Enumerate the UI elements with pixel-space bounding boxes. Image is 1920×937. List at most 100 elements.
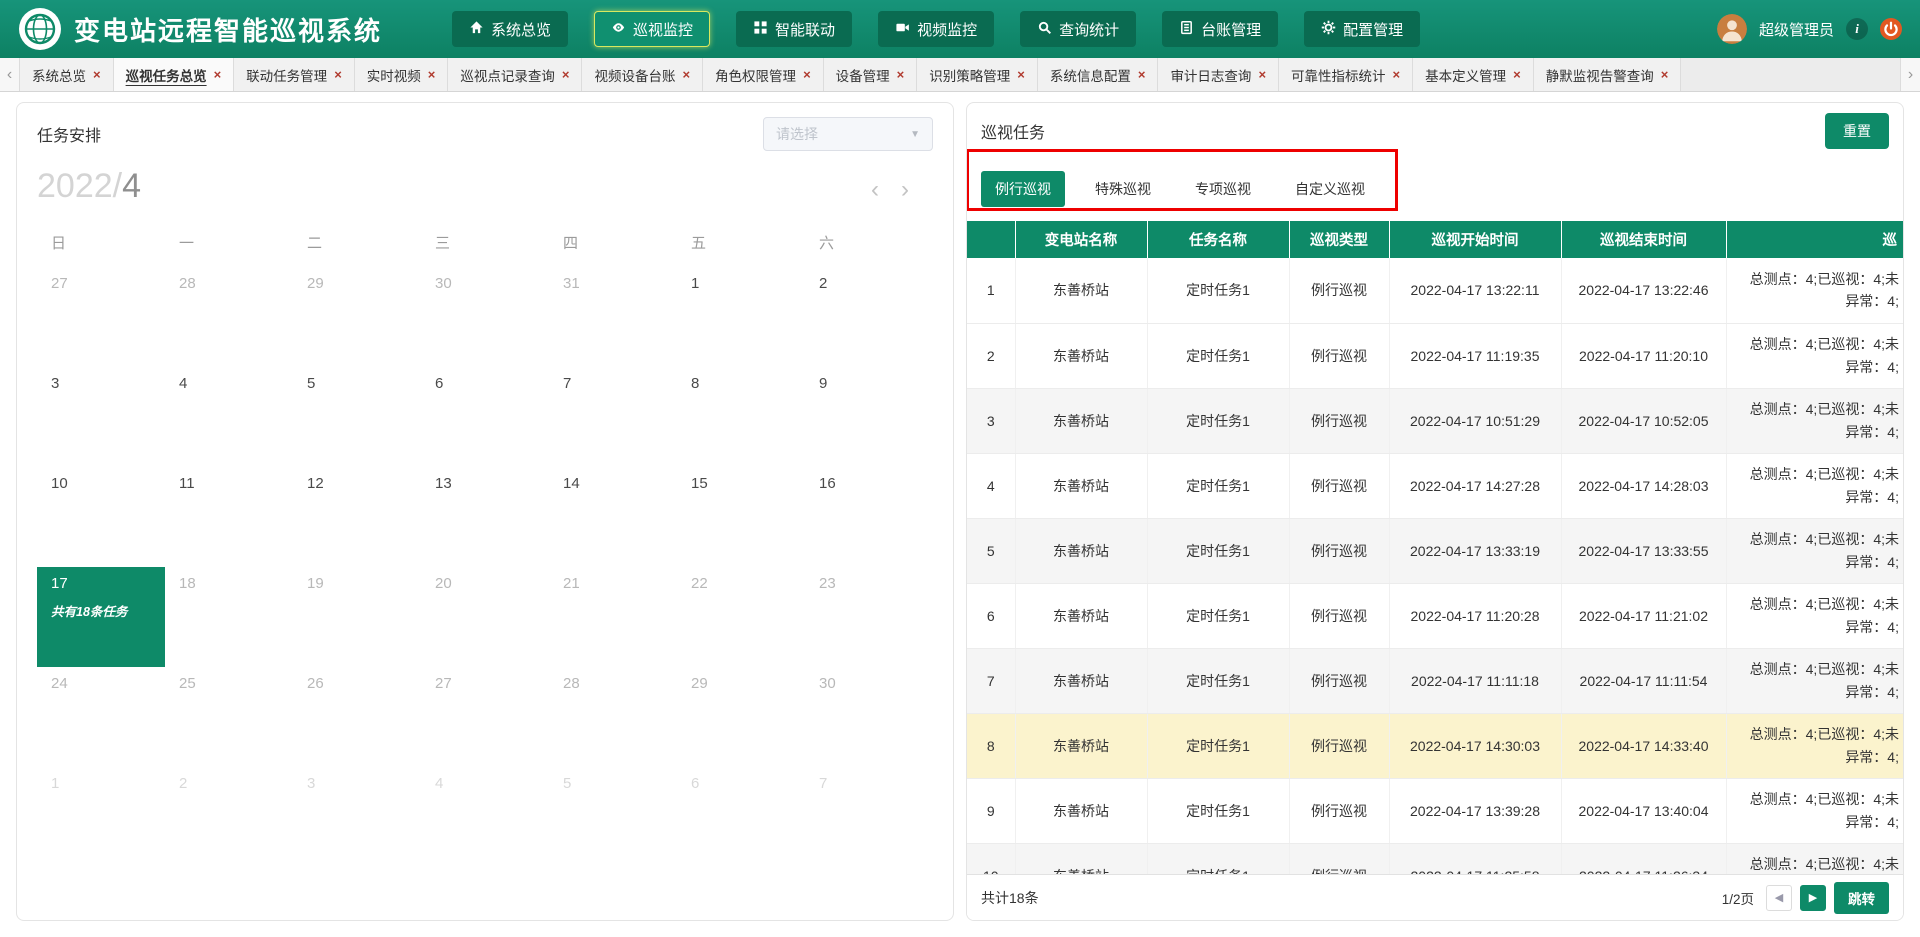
calendar-day[interactable]: 8 [677,367,805,467]
jump-button[interactable]: 跳转 [1834,882,1889,914]
calendar-day[interactable]: 29 [293,267,421,367]
calendar-day[interactable]: 28 [549,667,677,767]
calendar-day[interactable]: 14 [549,467,677,567]
task-row[interactable]: 6 东善桥站 定时任务1 例行巡视 2022-04-17 11:20:28 20… [967,583,1903,648]
calendar-day[interactable]: 30 [805,667,933,767]
tab-close-icon[interactable]: × [93,68,101,81]
prev-page-icon[interactable]: ◀ [1766,885,1792,911]
workspace-tab[interactable]: 实时视频 × [355,58,449,91]
workspace-tab[interactable]: 设备管理 × [824,58,918,91]
calendar-day[interactable]: 17 共有18条任务 [37,567,165,667]
calendar-day[interactable]: 10 [37,467,165,567]
nav-query-statistics[interactable]: 查询统计 [1020,11,1136,47]
calendar-day[interactable]: 5 [549,767,677,867]
workspace-tab[interactable]: 联动任务管理 × [234,58,355,91]
calendar-day[interactable]: 28 [165,267,293,367]
nav-smart-linkage[interactable]: 智能联动 [736,11,852,47]
calendar-day[interactable]: 4 [165,367,293,467]
calendar-day[interactable]: 16 [805,467,933,567]
calendar-day[interactable]: 4 [421,767,549,867]
workspace-tab[interactable]: 视频设备台账 × [582,58,703,91]
workspace-tab[interactable]: 基本定义管理 × [1413,58,1534,91]
calendar-day[interactable]: 7 [549,367,677,467]
tabbar-scroll-left-icon[interactable]: ‹ [0,58,20,91]
workspace-tab[interactable]: 巡视任务总览 × [114,58,235,91]
tab-close-icon[interactable]: × [897,68,905,81]
inspection-type-tab[interactable]: 专项巡视 [1181,171,1265,207]
user-avatar[interactable] [1717,14,1747,44]
task-row[interactable]: 9 东善桥站 定时任务1 例行巡视 2022-04-17 13:39:28 20… [967,778,1903,843]
calendar-day[interactable]: 20 [421,567,549,667]
schedule-filter-select[interactable]: 请选择 ▼ [763,117,933,151]
tab-close-icon[interactable]: × [1393,68,1401,81]
nav-ledger-management[interactable]: 台账管理 [1162,11,1278,47]
calendar-day[interactable]: 6 [677,767,805,867]
tab-close-icon[interactable]: × [1661,68,1669,81]
workspace-tab[interactable]: 系统总览 × [20,58,114,91]
task-row[interactable]: 8 东善桥站 定时任务1 例行巡视 2022-04-17 14:30:03 20… [967,713,1903,778]
task-row[interactable]: 10 东善桥站 定时任务1 例行巡视 2022-04-17 11:25:58 2… [967,843,1903,874]
task-row[interactable]: 3 东善桥站 定时任务1 例行巡视 2022-04-17 10:51:29 20… [967,388,1903,453]
task-row[interactable]: 7 东善桥站 定时任务1 例行巡视 2022-04-17 11:11:18 20… [967,648,1903,713]
tab-close-icon[interactable]: × [214,68,222,81]
calendar-day[interactable]: 27 [421,667,549,767]
nav-inspection-monitor[interactable]: 巡视监控 [594,11,710,47]
tab-close-icon[interactable]: × [1513,68,1521,81]
calendar-day[interactable]: 5 [293,367,421,467]
inspection-type-tab[interactable]: 例行巡视 [981,171,1065,207]
nav-video-monitor[interactable]: 视频监控 [878,11,994,47]
calendar-day[interactable]: 1 [677,267,805,367]
calendar-day[interactable]: 25 [165,667,293,767]
calendar-day[interactable]: 15 [677,467,805,567]
calendar-day[interactable]: 18 [165,567,293,667]
calendar-day[interactable]: 22 [677,567,805,667]
workspace-tab[interactable]: 识别策略管理 × [917,58,1038,91]
tabbar-scroll-right-icon[interactable]: › [1900,58,1920,91]
tab-close-icon[interactable]: × [562,68,570,81]
calendar-day[interactable]: 31 [549,267,677,367]
inspection-type-tab[interactable]: 自定义巡视 [1281,171,1379,207]
info-icon[interactable]: i [1846,18,1868,40]
prev-month-icon[interactable]: ‹ [871,178,879,202]
tab-close-icon[interactable]: × [1017,68,1025,81]
calendar-day[interactable]: 29 [677,667,805,767]
calendar-day[interactable]: 9 [805,367,933,467]
tab-close-icon[interactable]: × [1258,68,1266,81]
calendar-day[interactable]: 2 [805,267,933,367]
task-row[interactable]: 4 东善桥站 定时任务1 例行巡视 2022-04-17 14:27:28 20… [967,453,1903,518]
calendar-day[interactable]: 19 [293,567,421,667]
task-row[interactable]: 5 东善桥站 定时任务1 例行巡视 2022-04-17 13:33:19 20… [967,518,1903,583]
workspace-tab[interactable]: 静默监视告警查询 × [1534,58,1682,91]
calendar-day[interactable]: 23 [805,567,933,667]
calendar-day[interactable]: 2 [165,767,293,867]
calendar-day[interactable]: 7 [805,767,933,867]
calendar-day[interactable]: 1 [37,767,165,867]
tab-close-icon[interactable]: × [803,68,811,81]
task-row[interactable]: 2 东善桥站 定时任务1 例行巡视 2022-04-17 11:19:35 20… [967,323,1903,388]
calendar-day[interactable]: 26 [293,667,421,767]
workspace-tab[interactable]: 系统信息配置 × [1038,58,1159,91]
next-page-icon[interactable]: ▶ [1800,885,1826,911]
calendar-day[interactable]: 30 [421,267,549,367]
tab-close-icon[interactable]: × [334,68,342,81]
calendar-day[interactable]: 24 [37,667,165,767]
nav-system-overview[interactable]: 系统总览 [452,11,568,47]
tab-close-icon[interactable]: × [428,68,436,81]
calendar-day[interactable]: 3 [293,767,421,867]
next-month-icon[interactable]: › [901,178,909,202]
tab-close-icon[interactable]: × [1138,68,1146,81]
inspection-type-tab[interactable]: 特殊巡视 [1081,171,1165,207]
workspace-tab[interactable]: 可靠性指标统计 × [1279,58,1413,91]
calendar-day[interactable]: 21 [549,567,677,667]
calendar-day[interactable]: 3 [37,367,165,467]
calendar-day[interactable]: 27 [37,267,165,367]
calendar-day[interactable]: 12 [293,467,421,567]
calendar-day[interactable]: 6 [421,367,549,467]
nav-config-management[interactable]: 配置管理 [1304,11,1420,47]
workspace-tab[interactable]: 角色权限管理 × [703,58,824,91]
power-logout-icon[interactable] [1880,18,1902,40]
calendar-day[interactable]: 13 [421,467,549,567]
calendar-day[interactable]: 11 [165,467,293,567]
task-row[interactable]: 1 东善桥站 定时任务1 例行巡视 2022-04-17 13:22:11 20… [967,258,1903,323]
tab-close-icon[interactable]: × [682,68,690,81]
